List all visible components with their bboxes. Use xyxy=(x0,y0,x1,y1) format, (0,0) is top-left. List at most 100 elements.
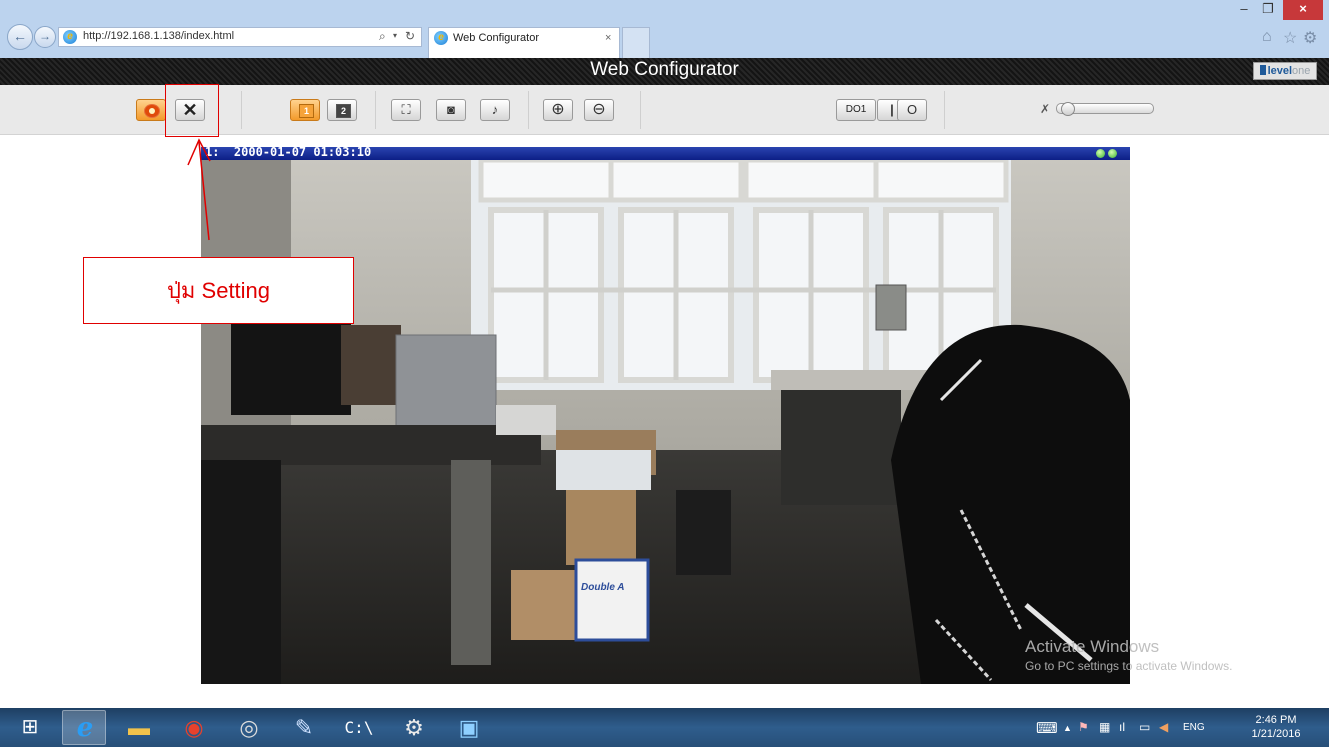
left-desk-top xyxy=(201,425,541,465)
folder-icon: ▬ xyxy=(128,715,150,740)
person xyxy=(341,325,401,405)
layout-2-icon: 2 xyxy=(336,104,351,118)
close-window-button[interactable]: × xyxy=(1283,0,1323,20)
eye-pupil xyxy=(149,108,155,114)
setting-highlight-box xyxy=(165,84,219,137)
back-button[interactable]: ← xyxy=(7,24,33,50)
home-icon[interactable]: ⌂ xyxy=(1262,28,1272,46)
volume-slider-thumb[interactable] xyxy=(1061,102,1075,116)
start-button[interactable]: ⊞ xyxy=(8,710,52,745)
microphone-icon: ♪ xyxy=(491,102,499,117)
show-hidden-icons[interactable]: ▲ xyxy=(1063,723,1072,733)
close-tab-icon[interactable]: × xyxy=(605,32,611,44)
address-bar[interactable]: e http://192.168.1.138/index.html ⌕ ▾ ↻ xyxy=(58,27,422,47)
fullscreen-button[interactable]: ⛶ xyxy=(391,99,421,121)
do1-button[interactable]: DO1 xyxy=(836,99,876,121)
windows-logo-icon: ⊞ xyxy=(21,716,39,738)
url-text[interactable]: http://192.168.1.138/index.html xyxy=(83,30,234,42)
camera-scene: Double A xyxy=(201,160,1130,684)
taskbar-display[interactable]: ▣ xyxy=(447,710,491,745)
trash-bin xyxy=(676,490,731,575)
search-icon[interactable]: ⌕ xyxy=(379,29,386,44)
status-indicator-icon xyxy=(1108,149,1117,158)
mute-icon[interactable]: ✗ xyxy=(1040,102,1050,116)
right-cabinet xyxy=(781,385,901,505)
paper-stack xyxy=(496,405,556,435)
logo-text-light: one xyxy=(1292,65,1311,77)
camera-live-view[interactable]: Double A xyxy=(201,160,1130,684)
internet-explorer-icon: e xyxy=(76,713,94,743)
keyboard-icon[interactable]: ⌨ xyxy=(1036,719,1058,737)
toolbar-divider xyxy=(944,91,945,129)
printer xyxy=(395,334,497,436)
activate-windows-subtitle: Go to PC settings to activate Windows. xyxy=(1025,659,1233,673)
favorites-icon[interactable]: ☆ xyxy=(1283,28,1297,48)
layout-1-icon: 1 xyxy=(299,104,314,118)
language-indicator[interactable]: ENG xyxy=(1183,722,1205,733)
windows xyxy=(471,160,1011,390)
refresh-icon[interactable]: ↻ xyxy=(405,29,415,43)
paper-box xyxy=(574,558,650,642)
taskbar-paint[interactable]: ✎ xyxy=(282,710,326,745)
signal-icon[interactable]: ıl xyxy=(1119,720,1125,734)
toolbar-divider xyxy=(528,91,529,129)
camera-timestamp: 1: 2000-01-07 01:03:10 xyxy=(205,145,371,159)
taskbar-settings[interactable]: ⚙ xyxy=(392,710,436,745)
toolbar-divider xyxy=(241,91,242,129)
paper-box-label: Double A xyxy=(581,582,625,593)
tab-web-configurator[interactable]: e Web Configurator × xyxy=(428,27,620,58)
desk-cabinet xyxy=(201,460,281,684)
maximize-button[interactable]: ❐ xyxy=(1256,0,1280,20)
chair-back xyxy=(891,324,1130,684)
live-view-button[interactable] xyxy=(136,99,166,121)
taskbar-ie[interactable]: e xyxy=(62,710,106,745)
zoom-in-button[interactable]: ⊕ xyxy=(543,99,573,121)
brand-logo: levelone xyxy=(1253,62,1317,80)
ie-site-icon: e xyxy=(63,30,77,44)
tools-icon[interactable]: ⚙ xyxy=(1303,28,1317,48)
layout-1-button[interactable]: 1 xyxy=(290,99,320,121)
network-icon[interactable]: ▦ xyxy=(1099,720,1110,734)
setting-callout: ปุ่ม Setting xyxy=(83,257,354,324)
taskbar: ⊞ e ▬ ◉ ◎ ✎ C:\ ⚙ ▣ ⌨ ▲ ⚑ ▦ ıl ▭ ◀ ENG 2… xyxy=(0,708,1329,747)
toolbar-divider xyxy=(375,91,376,129)
zoom-in-icon: ⊕ xyxy=(551,101,565,118)
taskbar-camera-app[interactable]: ◎ xyxy=(227,710,271,745)
toolbar-divider xyxy=(640,91,641,129)
taskbar-chrome[interactable]: ◉ xyxy=(172,710,216,745)
app-title: Web Configurator xyxy=(590,59,739,80)
chrome-icon: ◉ xyxy=(184,715,204,740)
chevron-down-icon[interactable]: ▾ xyxy=(393,31,397,40)
layout-2-button[interactable]: 2 xyxy=(327,99,357,121)
minimize-button[interactable]: – xyxy=(1232,0,1256,20)
new-tab-button[interactable] xyxy=(622,27,650,58)
taskbar-file-explorer[interactable]: ▬ xyxy=(117,710,161,745)
white-box xyxy=(556,450,651,490)
camera-time: 2000-01-07 01:03:10 xyxy=(233,145,372,159)
paint-icon: ✎ xyxy=(294,715,314,740)
zoom-out-button[interactable]: ⊖ xyxy=(584,99,614,121)
action-center-flag-icon[interactable]: ⚑ xyxy=(1078,720,1089,734)
microphone-button[interactable]: ♪ xyxy=(480,99,510,121)
open-box xyxy=(511,570,581,640)
volume-slider[interactable] xyxy=(1056,102,1154,116)
logo-mark-icon xyxy=(1259,65,1266,75)
activate-windows-watermark: Activate Windows Go to PC settings to ac… xyxy=(1025,637,1232,673)
fullscreen-icon: ⛶ xyxy=(401,102,411,117)
logo-text-bold: level xyxy=(1267,65,1293,77)
setting-callout-text: ปุ่ม Setting xyxy=(166,278,271,303)
camera-channel: 1: xyxy=(205,145,220,159)
settings-icon: ⚙ xyxy=(404,715,424,740)
forward-button[interactable]: → xyxy=(34,26,56,48)
status-indicator-icon xyxy=(1096,149,1105,158)
tab-title: Web Configurator xyxy=(453,32,540,44)
do-off-button[interactable]: O xyxy=(897,99,927,121)
wall-intercom xyxy=(875,284,907,331)
do-off-icon: O xyxy=(906,102,918,117)
taskbar-command-prompt[interactable]: C:\ xyxy=(337,710,381,745)
snapshot-button[interactable]: ◙ xyxy=(436,99,466,121)
speaker-icon[interactable]: ◀ xyxy=(1159,720,1168,734)
battery-icon[interactable]: ▭ xyxy=(1139,720,1150,734)
system-clock[interactable]: 2:46 PM 1/21/2016 xyxy=(1240,713,1312,741)
webcam-icon: ◎ xyxy=(239,715,259,740)
